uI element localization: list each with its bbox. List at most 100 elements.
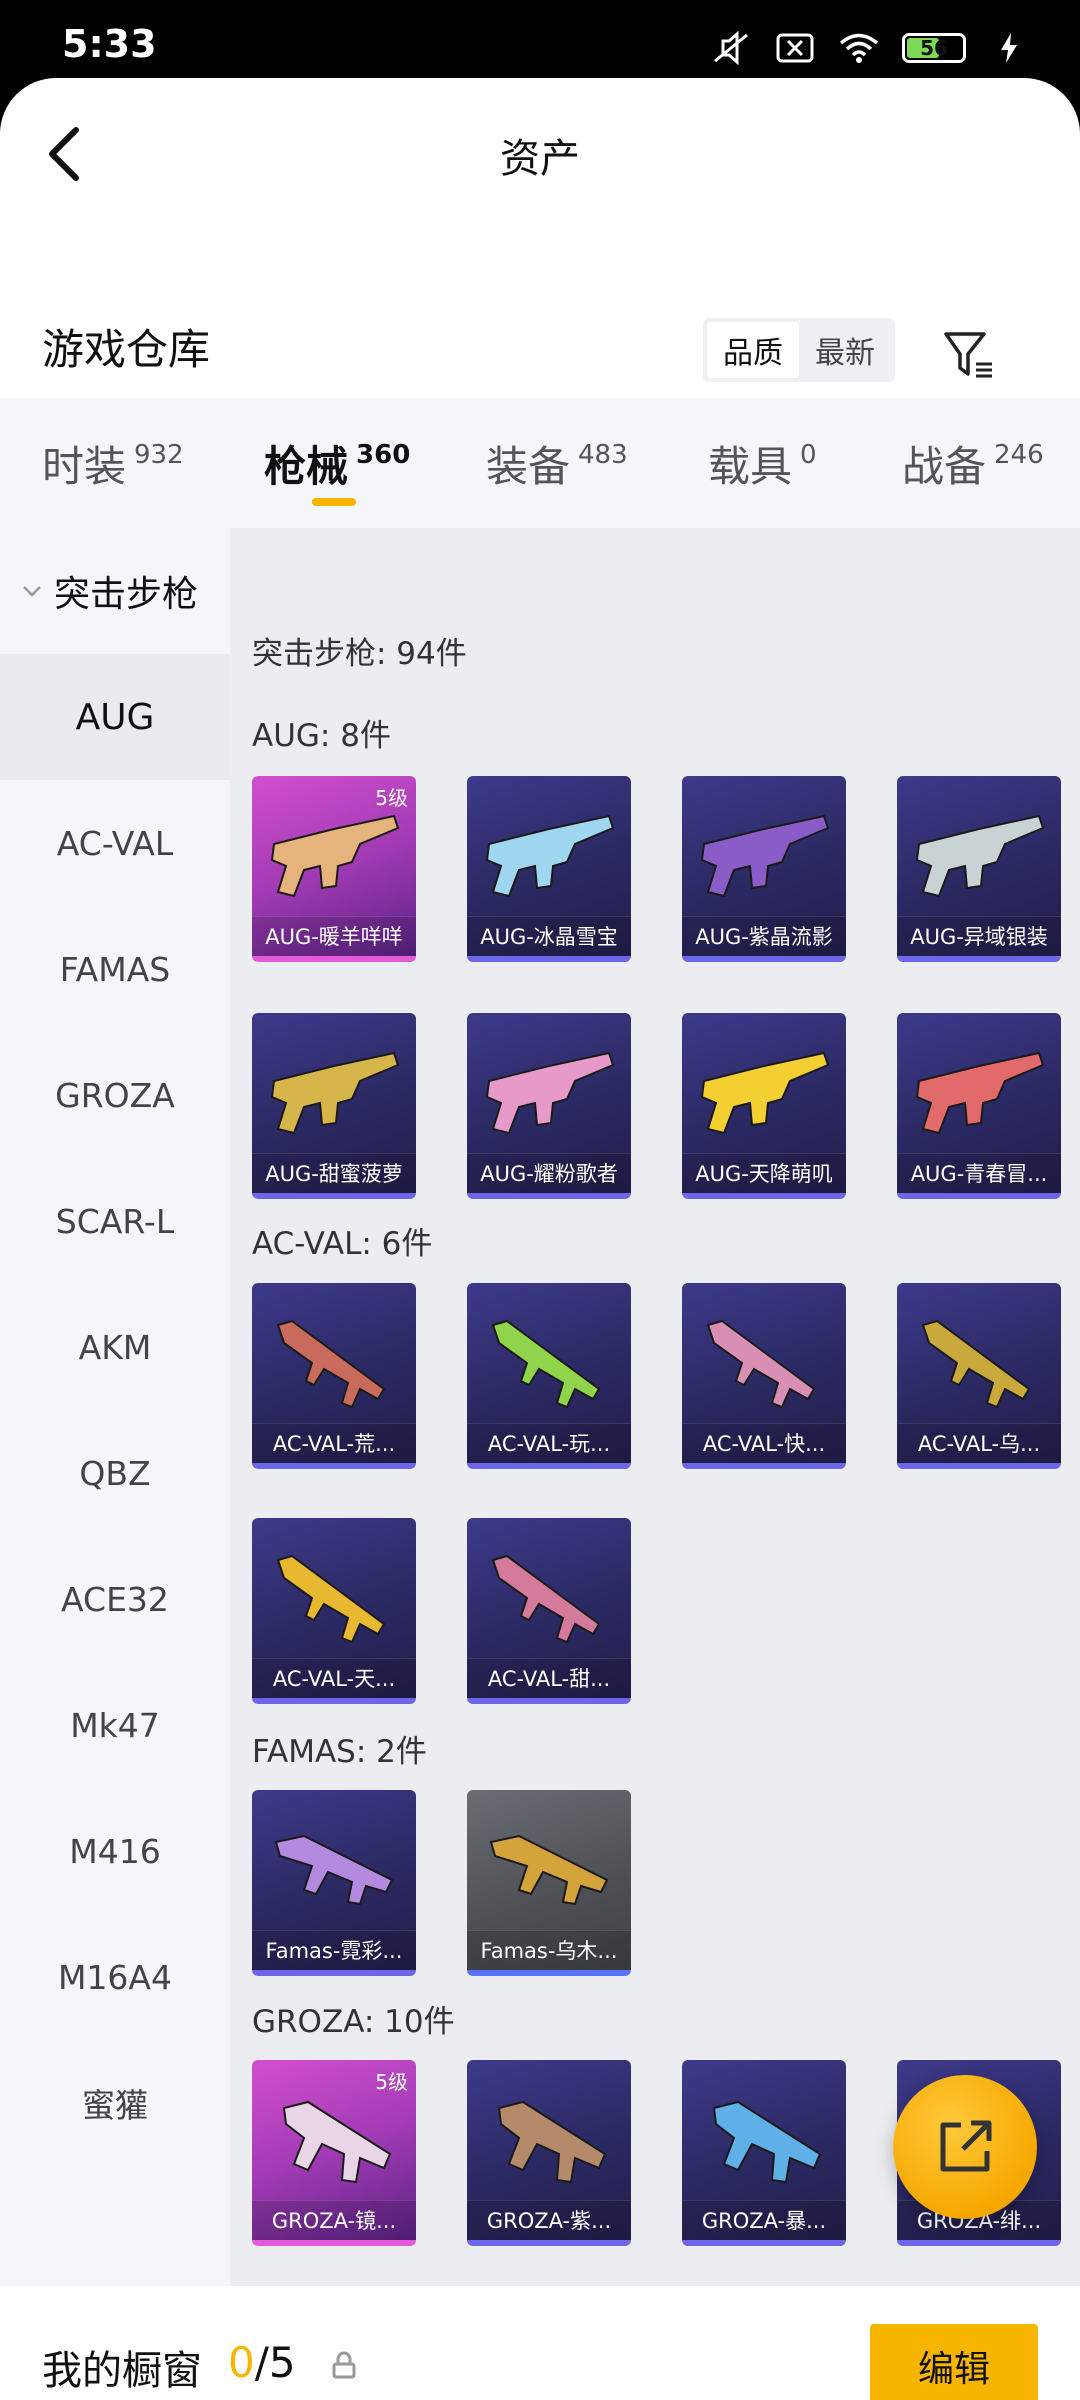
rifle-icon (489, 1834, 609, 1906)
skin-card[interactable]: AUG-天降萌叽 (682, 1013, 846, 1199)
skin-card[interactable]: AC-VAL-乌... (897, 1283, 1061, 1469)
skin-card[interactable]: AC-VAL-甜... (467, 1518, 631, 1704)
skin-name: GROZA-紫... (467, 2200, 631, 2240)
tab-vehicles[interactable]: 载具 0 (708, 398, 817, 528)
rifle-icon (276, 1554, 386, 1644)
sidebar-item-ac-val[interactable]: AC-VAL (0, 780, 230, 906)
rifle-icon (700, 814, 830, 898)
skin-card[interactable]: AUG-异域银装 (897, 776, 1061, 962)
skin-name: GROZA-暴... (682, 2200, 846, 2240)
rifle-icon (274, 1834, 394, 1906)
sidebar-item-scar-l[interactable]: SCAR-L (0, 1158, 230, 1284)
tab-count: 360 (356, 440, 411, 470)
rifle-icon (497, 2100, 607, 2184)
skin-card[interactable]: 5级 AUG-暖羊咩咩 (252, 776, 416, 962)
rifle-icon (915, 814, 1045, 898)
group-title-aug: AUG: 8件 (252, 718, 391, 754)
rifle-icon (270, 1051, 400, 1135)
skin-name: GROZA-镜... (252, 2200, 416, 2240)
tab-count: 0 (800, 440, 817, 470)
group-title-groza: GROZA: 10件 (252, 2004, 455, 2040)
tab-count: 483 (578, 440, 628, 470)
skin-name: AUG-甜蜜菠萝 (252, 1153, 416, 1193)
skin-card[interactable]: GROZA-暴... (682, 2060, 846, 2246)
skin-card[interactable]: AC-VAL-荒... (252, 1283, 416, 1469)
skin-name: AUG-青春冒... (897, 1153, 1061, 1193)
skin-card[interactable]: AUG-冰晶雪宝 (467, 776, 631, 962)
skin-name: Famas-乌木... (467, 1930, 631, 1970)
sidebar-item-mk47[interactable]: Mk47 (0, 1662, 230, 1788)
tab-count: 932 (134, 440, 184, 470)
sort-newest-button[interactable]: 最新 (799, 322, 891, 378)
skin-card[interactable]: 5级 GROZA-镜... (252, 2060, 416, 2246)
wifi-icon (838, 31, 880, 65)
rifle-icon (712, 2100, 822, 2184)
skin-name: AUG-紫晶流影 (682, 916, 846, 956)
sidebar-item-famas[interactable]: FAMAS (0, 906, 230, 1032)
skin-card[interactable]: AUG-青春冒... (897, 1013, 1061, 1199)
tab-guns[interactable]: 枪械 360 (264, 398, 410, 528)
rifle-icon (700, 1051, 830, 1135)
group-title-ac-val: AC-VAL: 6件 (252, 1226, 433, 1262)
showcase-label: 我的橱窗 (42, 2348, 202, 2394)
sidebar-item-akm[interactable]: AKM (0, 1284, 230, 1410)
filter-button[interactable] (940, 326, 998, 384)
tab-fashion[interactable]: 时装 932 (42, 398, 184, 528)
nav-header: 资产 (0, 78, 1080, 228)
tab-supplies[interactable]: 战备 246 (902, 398, 1044, 528)
skin-card[interactable]: GROZA-紫... (467, 2060, 631, 2246)
skin-name: AC-VAL-快... (682, 1423, 846, 1463)
chevron-down-icon (23, 586, 41, 597)
skin-name: AUG-暖羊咩咩 (252, 916, 416, 956)
charging-icon (988, 31, 1030, 65)
tab-label: 时装 (42, 441, 127, 491)
tab-equipment[interactable]: 装备 483 (486, 398, 628, 528)
skin-card[interactable]: AUG-耀粉歌者 (467, 1013, 631, 1199)
sim-off-icon (774, 31, 816, 65)
skin-card[interactable]: Famas-霓彩... (252, 1790, 416, 1976)
page-title: 资产 (500, 136, 580, 182)
weapon-grid: 突击步枪: 94件 AUG: 8件 AC-VAL: 6件 FAMAS: 2件 G… (230, 528, 1080, 2286)
share-fab-button[interactable] (893, 2075, 1037, 2219)
warehouse-title: 游戏仓库 (42, 325, 211, 374)
sidebar-item-ace32[interactable]: ACE32 (0, 1536, 230, 1662)
weapon-type-sidebar: 突击步枪 AUG AC-VAL FAMAS GROZA SCAR-L AKM Q… (0, 528, 230, 2286)
skin-card[interactable]: AC-VAL-玩... (467, 1283, 631, 1469)
tab-active-indicator (312, 498, 356, 506)
sidebar-item-groza[interactable]: GROZA (0, 1032, 230, 1158)
showcase-count: 0/5 (228, 2338, 296, 2387)
skin-card[interactable]: AUG-紫晶流影 (682, 776, 846, 962)
sidebar-item-qbz[interactable]: QBZ (0, 1410, 230, 1536)
sidebar-item-honey-badger[interactable]: 蜜獾 (0, 2040, 230, 2166)
summary-title: 突击步枪: 94件 (252, 636, 467, 672)
rifle-icon (921, 1319, 1031, 1409)
skin-card[interactable]: Famas-乌木... (467, 1790, 631, 1976)
skin-name: AC-VAL-天... (252, 1658, 416, 1698)
mute-icon (710, 31, 752, 65)
sidebar-category-header[interactable]: 突击步枪 (0, 528, 230, 654)
battery-icon: 56 (902, 33, 966, 63)
sidebar-item-m416[interactable]: M416 (0, 1788, 230, 1914)
category-tabs: 时装 932 枪械 360 装备 483 载具 0 战备 246 (0, 398, 1080, 528)
skin-name: AUG-异域银装 (897, 916, 1061, 956)
external-link-icon (940, 2120, 992, 2172)
skin-card[interactable]: AUG-甜蜜菠萝 (252, 1013, 416, 1199)
skin-card[interactable]: AC-VAL-天... (252, 1518, 416, 1704)
skin-name: AUG-耀粉歌者 (467, 1153, 631, 1193)
tab-label: 枪械 (264, 441, 349, 491)
edit-button[interactable]: 编辑 (870, 2324, 1038, 2400)
sidebar-item-aug[interactable]: AUG (0, 654, 230, 780)
skin-card[interactable]: AC-VAL-快... (682, 1283, 846, 1469)
tab-label: 载具 (708, 441, 793, 491)
skin-name: AC-VAL-乌... (897, 1423, 1061, 1463)
lock-icon (332, 2351, 356, 2379)
skin-name: AC-VAL-甜... (467, 1658, 631, 1698)
group-title-famas: FAMAS: 2件 (252, 1734, 427, 1770)
skin-name: Famas-霓彩... (252, 1930, 416, 1970)
rifle-icon (270, 814, 400, 898)
rifle-icon (282, 2100, 392, 2184)
sidebar-item-m16a4[interactable]: M16A4 (0, 1914, 230, 2040)
sort-toggle: 品质 最新 (703, 318, 895, 382)
showcase-current: 0 (228, 2338, 255, 2387)
sort-quality-button[interactable]: 品质 (707, 322, 799, 378)
